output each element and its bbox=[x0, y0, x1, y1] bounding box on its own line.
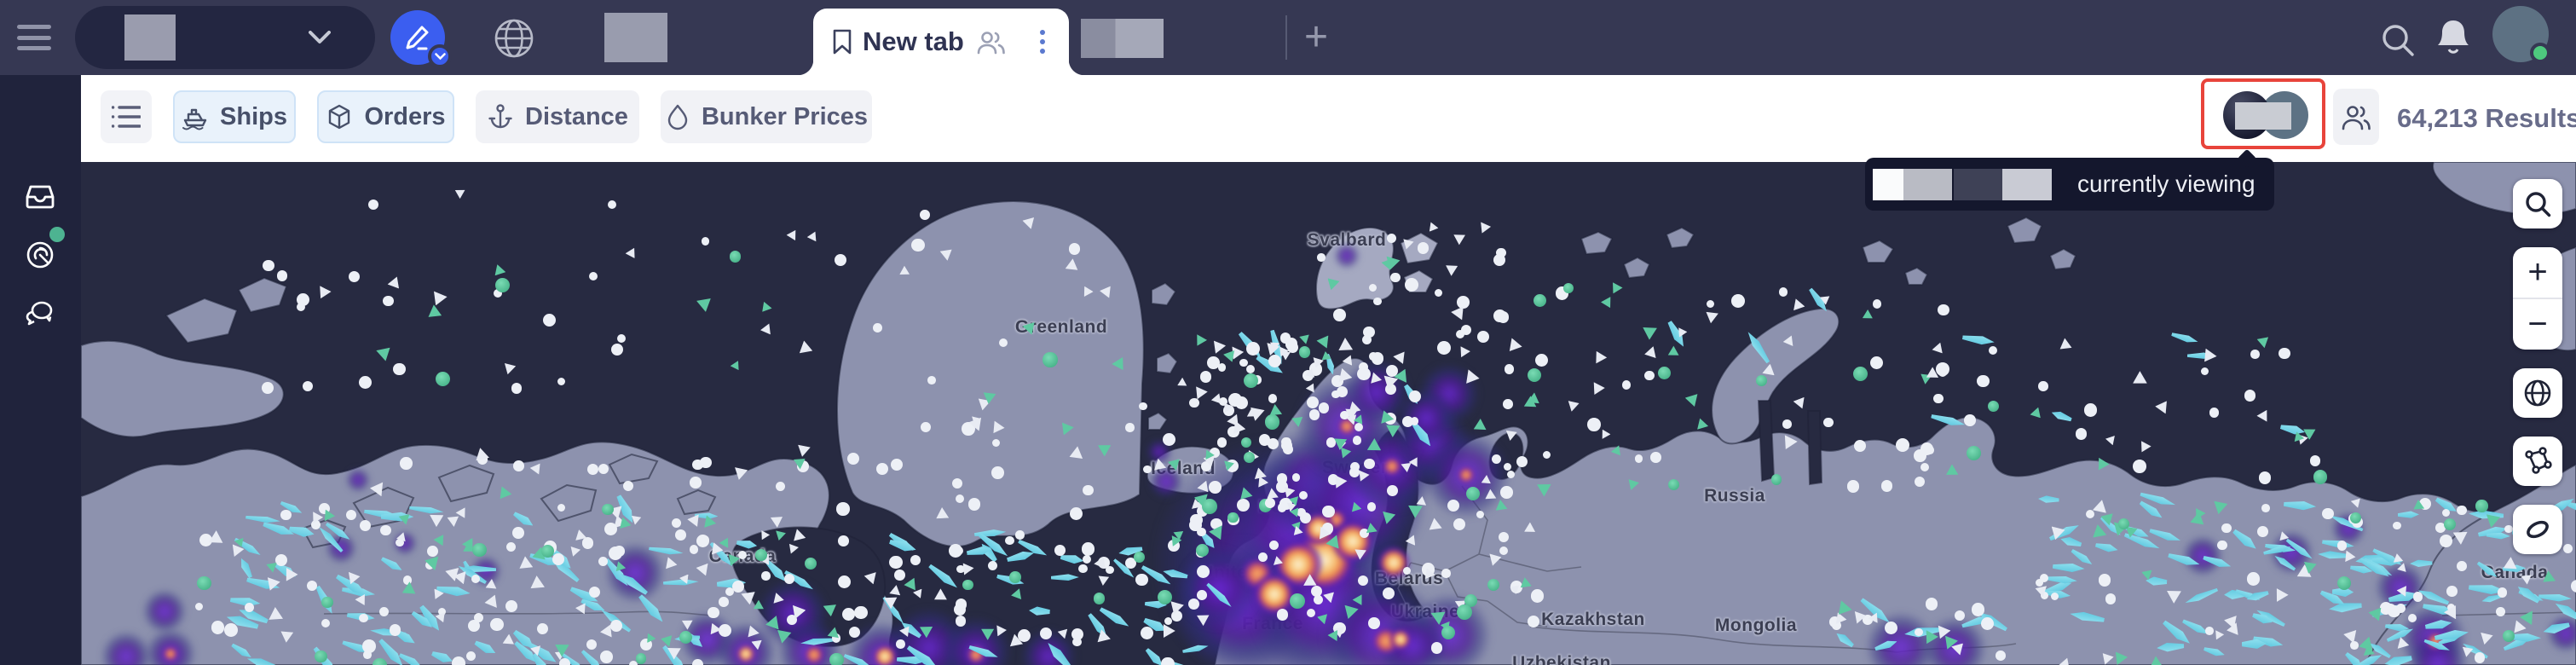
filter-orders-button[interactable]: Orders bbox=[317, 90, 454, 143]
viewer-name-redacted bbox=[2235, 102, 2291, 130]
pencil-icon bbox=[403, 23, 432, 52]
workspace-logo-redacted bbox=[124, 14, 176, 61]
sidebar-item-radar[interactable] bbox=[20, 235, 60, 275]
filter-label: Distance bbox=[525, 103, 628, 131]
filter-label: Bunker Prices bbox=[702, 103, 868, 131]
polygon-icon bbox=[2522, 446, 2553, 477]
shared-users-icon bbox=[976, 29, 1005, 55]
chevron-down-icon bbox=[309, 31, 331, 44]
tab-title: New tab bbox=[863, 26, 964, 57]
globe-icon bbox=[493, 17, 535, 60]
globe-icon bbox=[2522, 378, 2553, 408]
filter-distance-button[interactable]: Distance bbox=[476, 90, 639, 143]
viewer-name-redacted bbox=[2002, 169, 2052, 200]
sidebar-item-chat[interactable] bbox=[20, 293, 60, 332]
filter-ships-button[interactable]: Ships bbox=[173, 90, 296, 143]
filter-label: Ships bbox=[220, 103, 287, 131]
left-sidebar bbox=[0, 75, 81, 665]
global-search-button[interactable] bbox=[2378, 20, 2417, 60]
filter-label: Orders bbox=[364, 103, 445, 131]
redacted-topbar-item bbox=[604, 13, 667, 62]
globe-view-button[interactable] bbox=[2513, 368, 2562, 418]
new-tab-button[interactable]: + bbox=[1292, 12, 1340, 63]
ship-markers bbox=[81, 162, 2576, 665]
workspace-selector[interactable] bbox=[75, 6, 375, 69]
sidebar-item-inbox[interactable] bbox=[20, 177, 60, 217]
tab-new-tab[interactable]: New tab bbox=[813, 9, 1069, 75]
edit-dropdown-badge[interactable] bbox=[428, 44, 452, 68]
notifications-button[interactable] bbox=[2434, 17, 2472, 60]
redacted-topbar-item bbox=[1081, 19, 1164, 58]
viewer-name-redacted bbox=[1954, 169, 2002, 200]
currently-viewing-tooltip: currently viewing bbox=[1865, 158, 2274, 211]
map-canvas[interactable]: SvalbardGreenlandIcelandSwedenNorwayUnit… bbox=[81, 162, 2576, 665]
bookmark-icon bbox=[832, 29, 852, 55]
lasso-select-button[interactable] bbox=[2513, 505, 2562, 554]
top-bar: New tab + bbox=[0, 0, 2576, 75]
viewer-name-redacted bbox=[1903, 169, 1952, 200]
globe-button[interactable] bbox=[493, 17, 535, 60]
results-count: 64,213 Results bbox=[2397, 75, 2576, 162]
inbox-icon bbox=[26, 185, 55, 209]
radar-status-dot bbox=[49, 227, 65, 242]
edit-button[interactable] bbox=[390, 10, 445, 65]
zoom-out-button[interactable]: − bbox=[2513, 299, 2562, 350]
cube-icon bbox=[326, 103, 353, 130]
tooltip-text: currently viewing bbox=[2077, 171, 2255, 198]
zoom-control: + − bbox=[2513, 247, 2562, 350]
chevron-down-icon bbox=[435, 53, 446, 61]
chat-bubbles-icon bbox=[25, 300, 55, 326]
online-status-dot bbox=[2530, 43, 2550, 63]
bell-icon bbox=[2434, 17, 2472, 60]
tab-divider bbox=[1285, 15, 1287, 60]
list-view-button[interactable] bbox=[101, 90, 152, 143]
droplet-icon bbox=[665, 103, 690, 130]
current-viewers-highlighted[interactable] bbox=[2201, 78, 2325, 149]
viewer-name-redacted bbox=[1873, 169, 1903, 200]
search-icon bbox=[2378, 20, 2417, 60]
radar-icon bbox=[26, 240, 55, 269]
hamburger-menu-button[interactable] bbox=[15, 21, 53, 54]
map-toolbar: Ships Orders Distance Bunker Prices 64,2… bbox=[81, 75, 2576, 162]
search-icon bbox=[2523, 189, 2552, 218]
polygon-select-button[interactable] bbox=[2513, 437, 2562, 486]
collaborators-button[interactable] bbox=[2333, 89, 2379, 145]
lasso-icon bbox=[2522, 514, 2553, 545]
user-avatar[interactable] bbox=[2492, 6, 2549, 62]
zoom-in-button[interactable]: + bbox=[2513, 247, 2562, 298]
list-icon bbox=[112, 104, 141, 130]
map-search-button[interactable] bbox=[2513, 179, 2562, 228]
users-icon bbox=[2341, 103, 2371, 130]
filter-bunker-prices-button[interactable]: Bunker Prices bbox=[661, 90, 872, 143]
anchor-icon bbox=[487, 103, 514, 130]
ship-icon bbox=[182, 103, 209, 130]
tab-menu-button[interactable] bbox=[1035, 25, 1050, 59]
